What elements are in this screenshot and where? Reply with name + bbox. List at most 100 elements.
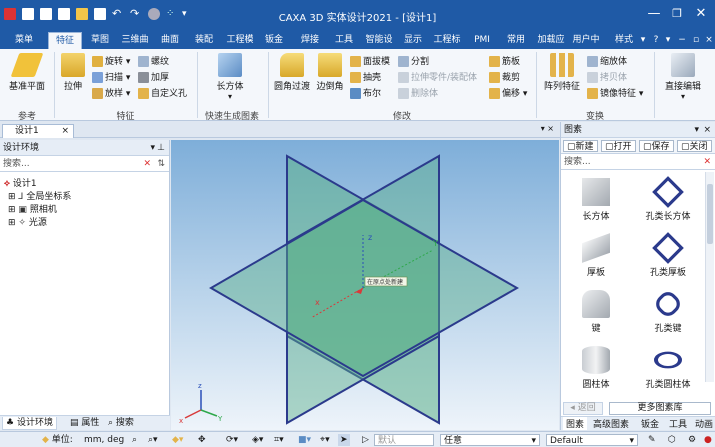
ribbon-close-icon[interactable]: × <box>703 32 715 49</box>
tree-search-input[interactable]: 搜索... ✕ ⇅ <box>0 156 169 172</box>
rib-button[interactable]: 筋板 <box>489 55 520 69</box>
split-button[interactable]: 分割 <box>398 55 429 69</box>
tab-animation[interactable]: 动画 <box>695 417 713 430</box>
save-library-button[interactable]: ▢保存 <box>639 140 674 152</box>
tab-tool-shapes[interactable]: 工具 <box>669 417 687 430</box>
scene-canvas[interactable]: x Y z 在原点处新建 z x Y <box>171 140 559 430</box>
tree-item-global-coords[interactable]: ⊞ ⅃ 全局坐标系 <box>8 191 71 204</box>
draft-button[interactable]: 面拔模 <box>350 55 390 69</box>
snap-toggle-icon[interactable]: ▷ <box>362 434 369 446</box>
doc-strip-menu-icon[interactable]: ▾ × <box>541 124 554 133</box>
close-icon[interactable]: ✕ <box>692 5 710 23</box>
helix-button[interactable]: 螺纹 <box>138 55 169 69</box>
expand-icon[interactable]: ⊞ <box>8 192 16 202</box>
direct-edit-dropdown-icon[interactable]: ▾ <box>656 92 710 101</box>
shape-hole-cuboid[interactable]: 孔类长方体 <box>633 176 703 222</box>
pointer-icon[interactable]: ➤ <box>338 434 350 446</box>
clear-search-icon[interactable]: ✕ <box>703 154 711 170</box>
panel-menu-icon[interactable]: ▾ <box>150 140 155 156</box>
section-view-icon[interactable]: ⌗▾ <box>274 434 284 446</box>
tab-smart-design[interactable]: 智能设 <box>361 32 397 49</box>
custom-hole-button[interactable]: 自定义孔 <box>138 87 187 101</box>
tab-addins[interactable]: 加载应 <box>533 32 569 49</box>
restore-icon[interactable]: ❐ <box>668 5 686 23</box>
extrude-part-button[interactable]: 拉伸零件/装配体 <box>398 71 477 85</box>
select-mode-icon[interactable]: ⌖▾ <box>320 434 330 446</box>
library-scrollbar[interactable] <box>705 172 714 382</box>
back-button[interactable]: ◂ 返回 <box>563 402 603 415</box>
shell-button[interactable]: 抽壳 <box>350 71 381 85</box>
shape-cuboid[interactable]: 长方体 <box>561 178 631 222</box>
tree-item-light[interactable]: ⊞ ✧ 光源 <box>8 217 47 230</box>
minimize-icon[interactable]: — <box>645 5 663 23</box>
render-icon[interactable]: ⬡ <box>668 434 676 446</box>
tab-display[interactable]: 显示 <box>398 32 428 49</box>
expand-icon[interactable]: ⊞ <box>8 218 16 228</box>
trim-button[interactable]: 裁剪 <box>489 71 520 85</box>
mirror-feature-button[interactable]: 镜像特征 ▾ <box>587 87 643 101</box>
tab-tools[interactable]: 工具 <box>329 32 359 49</box>
new-library-button[interactable]: ▢新建 <box>563 140 598 152</box>
tab-welding[interactable]: 焊接 <box>295 32 325 49</box>
tab-properties[interactable]: ▤ 属性 <box>70 417 99 430</box>
offset-button[interactable]: 偏移 ▾ <box>489 87 527 101</box>
panel-close-icon[interactable]: × <box>703 122 711 138</box>
tab-assembly[interactable]: 装配 <box>189 32 219 49</box>
tab-advanced-shapes[interactable]: 高级图素 <box>593 417 629 430</box>
alert-icon[interactable]: ● <box>704 434 712 446</box>
help-dropdown-icon[interactable]: ▾ <box>663 32 673 49</box>
more-shapes-button[interactable]: 更多图素库 <box>609 402 711 415</box>
3d-viewport[interactable]: x Y z 在原点处新建 z x Y <box>171 140 559 430</box>
tab-3d-curve[interactable]: 三维曲 <box>117 32 153 49</box>
open-library-button[interactable]: ▢打开 <box>601 140 636 152</box>
clear-search-icon[interactable]: ✕ <box>143 156 151 172</box>
doc-tab-design1[interactable]: 设计1 × <box>2 124 74 138</box>
settings-icon[interactable]: ⚙ <box>688 434 696 446</box>
tab-user-center[interactable]: 用户中 <box>568 32 604 49</box>
expand-icon[interactable]: ⊞ <box>8 205 16 215</box>
rotate-tool-icon[interactable]: ⟳▾ <box>226 434 238 446</box>
help-icon[interactable]: ? <box>650 32 662 49</box>
shape-cylinder[interactable]: 圆柱体 <box>561 346 631 390</box>
tab-annotation[interactable]: 工程标 <box>429 32 465 49</box>
fillet-button[interactable]: 圆角过渡 <box>272 53 312 92</box>
base-plane-button[interactable]: 基准平面 <box>4 53 50 92</box>
zoom-icon[interactable]: ⌕ <box>132 434 137 446</box>
ribbon-restore-icon[interactable]: ▫ <box>690 32 702 49</box>
extrude-button[interactable]: 拉伸 <box>58 53 88 92</box>
shape-key[interactable]: 键 <box>561 290 631 334</box>
shape-hole-cylinder[interactable]: 孔类圆柱体 <box>633 346 703 390</box>
boolean-button[interactable]: 布尔 <box>350 87 381 101</box>
scale-body-button[interactable]: 缩放体 <box>587 55 627 69</box>
tab-menu[interactable]: 菜单 <box>8 32 40 49</box>
tab-design-environment[interactable]: ♣ 设计环境 <box>2 417 57 430</box>
tab-surface[interactable]: 曲面 <box>155 32 185 49</box>
tab-feature[interactable]: 特征 <box>48 32 82 49</box>
copy-body-button[interactable]: 拷贝体 <box>587 71 627 85</box>
style-dropdown-icon[interactable]: ▾ <box>638 32 648 49</box>
tab-sheetmetal[interactable]: 钣金 <box>259 32 289 49</box>
tab-drawing[interactable]: 工程模 <box>222 32 258 49</box>
tab-common[interactable]: 常用 <box>501 32 531 49</box>
pin-icon[interactable]: ⊥ <box>157 140 165 156</box>
chamfer-button[interactable]: 边倒角 <box>313 53 347 92</box>
pattern-button[interactable]: 阵列特征 <box>540 53 584 92</box>
filter-dropdown[interactable]: 任意 ▾ <box>440 434 540 446</box>
tab-sketch[interactable]: 草图 <box>85 32 115 49</box>
delete-body-button[interactable]: 删除体 <box>398 87 438 101</box>
render-mode-icon[interactable]: ◈▾ <box>252 434 263 446</box>
move-tool-icon[interactable]: ✥ <box>198 434 206 446</box>
search-filter-icon[interactable]: ⇅ <box>157 156 165 172</box>
tree-item-design[interactable]: ⟡ 设计1 <box>4 178 37 191</box>
close-library-button[interactable]: ▢关闭 <box>677 140 712 152</box>
shape-thick-plate[interactable]: 厚板 <box>561 233 631 278</box>
ribbon-minimize-icon[interactable]: − <box>676 32 688 49</box>
display-style-icon[interactable]: ■▾ <box>298 434 311 446</box>
style-dropdown[interactable]: Default ▾ <box>546 434 638 446</box>
tab-search[interactable]: ⌕ 搜索 <box>108 417 134 430</box>
loft-button[interactable]: 放样 ▾ <box>92 87 130 101</box>
shape-hole-key[interactable]: 孔类键 <box>633 288 703 334</box>
cuboid-button[interactable]: 长方体 ▾ <box>206 53 254 101</box>
doc-tab-close-icon[interactable]: × <box>61 125 69 137</box>
tab-shapes[interactable]: 图素 <box>563 417 588 430</box>
